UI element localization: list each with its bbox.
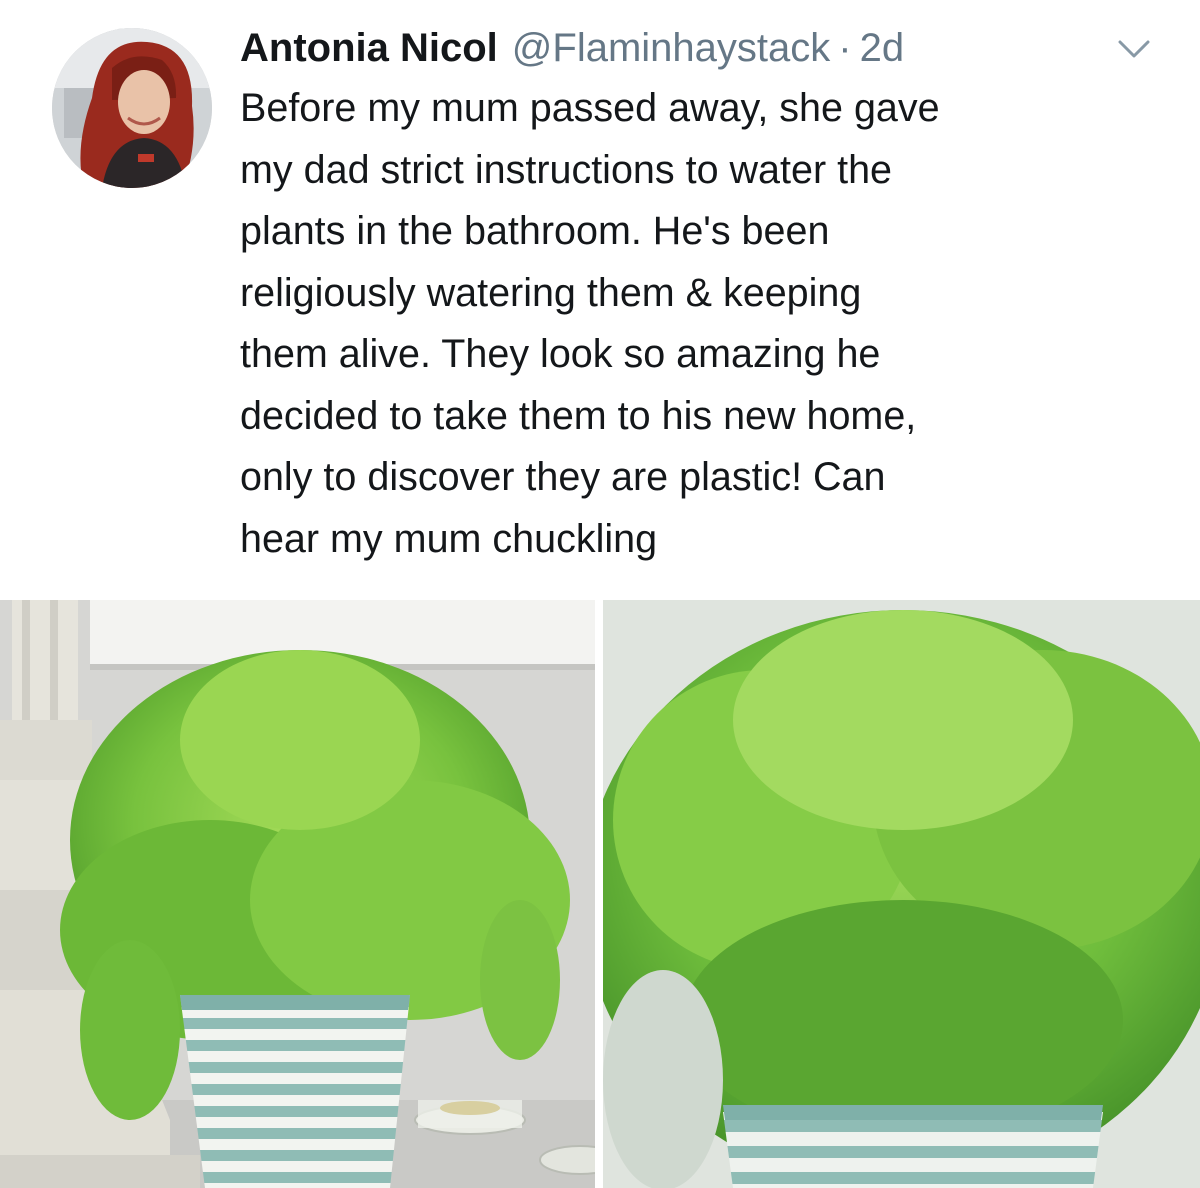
tweet-header: Antonia Nicol @Flaminhaystack · 2d [240,20,904,76]
author-name[interactable]: Antonia Nicol [240,20,498,76]
avatar[interactable] [52,28,212,188]
fern-photo-left [0,600,595,1188]
avatar-image [52,28,212,188]
timestamp[interactable]: 2d [860,20,905,76]
photo-fern-right[interactable] [603,600,1200,1188]
fern-photo-right [603,600,1200,1188]
tweet: Antonia Nicol @Flaminhaystack · 2d Befor… [0,0,1200,1188]
chevron-down-icon[interactable] [1112,34,1156,64]
tweet-text: Before my mum passed away, she gave my d… [240,86,940,561]
separator-dot: · [838,26,852,70]
author-handle[interactable]: @Flaminhaystack [512,20,830,76]
photo-fern-left[interactable] [0,600,595,1188]
